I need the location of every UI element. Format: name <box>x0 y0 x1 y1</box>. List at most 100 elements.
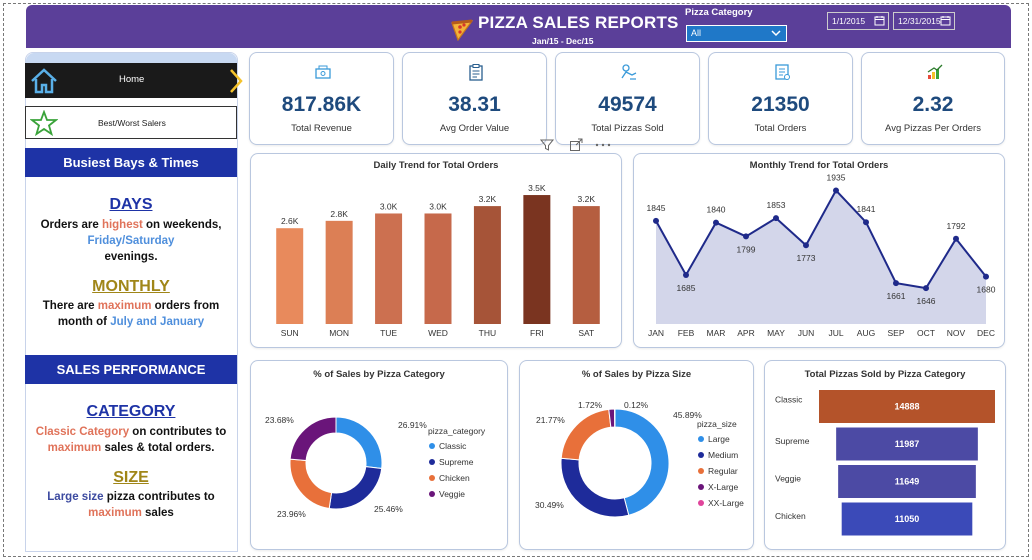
revenue-icon <box>315 65 331 79</box>
point-oct[interactable] <box>923 285 929 292</box>
kpi-label: Total Revenue <box>291 123 352 134</box>
calendar-icon <box>940 16 951 26</box>
monthly-trend-panel[interactable]: Monthly Trend for Total Orders 1845 JAN 16… <box>633 153 1005 348</box>
point-data-label: 1841 <box>857 204 876 214</box>
legend-item[interactable]: Chicken <box>439 473 470 483</box>
days-insight-text: Orders are highest on weekends, Friday/S… <box>40 219 222 263</box>
slice-classic[interactable] <box>335 416 383 470</box>
legend-swatch <box>429 459 435 465</box>
point-data-label: 1685 <box>677 283 696 293</box>
point-dec[interactable] <box>983 273 989 280</box>
bar-tue[interactable] <box>375 213 403 324</box>
pizza-icon <box>451 19 474 41</box>
legend-item[interactable]: Supreme <box>439 457 474 467</box>
bar-data-label: 3.0K <box>380 201 398 211</box>
x-tick-label: DEC <box>977 328 995 338</box>
x-tick-label: OCT <box>917 328 935 338</box>
bar-data-label: 3.2K <box>578 194 596 204</box>
point-aug[interactable] <box>863 219 869 226</box>
bar-thu[interactable] <box>473 206 501 324</box>
legend-item[interactable]: XX-Large <box>708 498 744 508</box>
filter-icon[interactable] <box>540 138 554 152</box>
x-tick-label: TUE <box>380 328 397 338</box>
slice-data-label: 25.46% <box>374 504 403 514</box>
category-heading: CATEGORY <box>86 403 176 420</box>
kpi-label: Total Pizzas Sold <box>591 123 664 134</box>
end-date-input[interactable]: 12/31/2015 <box>893 12 955 30</box>
size-insight-text: Large size pizza contributes to maximum … <box>47 491 215 519</box>
legend-item[interactable]: Regular <box>708 466 738 476</box>
point-data-label: 1773 <box>797 253 816 263</box>
legend-swatch <box>698 500 704 506</box>
category-insight-text: Classic Category on contributes to maxim… <box>35 426 227 454</box>
bar-fri[interactable] <box>523 195 551 324</box>
size-sales-panel[interactable]: % of Sales by Pizza Size 45.89% 30.49% 21.… <box>519 360 754 550</box>
x-tick-label: MAR <box>707 328 726 338</box>
point-nov[interactable] <box>953 235 959 242</box>
nav-best-worst-label: Best/Worst Salers <box>98 118 166 128</box>
daily-trend-panel[interactable]: Daily Trend for Total Orders 2.6K SUN 2.8K… <box>250 153 622 348</box>
legend-item[interactable]: Classic <box>439 441 467 451</box>
point-jul[interactable] <box>833 187 839 194</box>
x-tick-label: MON <box>329 328 349 338</box>
kpi-card-total-revenue: 817.86K Total Revenue <box>249 52 394 145</box>
bar-mon[interactable] <box>325 220 353 324</box>
point-data-label: 1646 <box>917 296 936 306</box>
end-date-value: 12/31/2015 <box>898 16 941 26</box>
slice-chicken[interactable] <box>289 458 333 510</box>
kpi-value: 21350 <box>751 93 810 116</box>
report-title: PIZZA SALES REPORTS <box>478 13 679 32</box>
x-tick-label: JUN <box>798 328 815 338</box>
slice-data-label: 26.91% <box>398 420 427 430</box>
slice-veggie[interactable] <box>289 416 337 462</box>
start-date-value: 1/1/2015 <box>832 16 866 26</box>
home-icon <box>31 68 57 94</box>
pizzas-by-category-panel[interactable]: Total Pizzas Sold by Pizza Category 1488… <box>764 360 1006 550</box>
chevron-down-icon <box>771 30 781 37</box>
point-apr[interactable] <box>743 233 749 240</box>
category-filter-dropdown[interactable]: All <box>686 25 787 42</box>
bar-sat[interactable] <box>572 206 600 324</box>
bar-data-label: 11987 <box>895 439 920 449</box>
bar-wed[interactable] <box>424 213 452 324</box>
start-date-input[interactable]: 1/1/2015 <box>827 12 889 30</box>
nav-best-worst-button[interactable]: Best/Worst Salers <box>25 106 237 139</box>
point-may[interactable] <box>773 215 779 222</box>
x-tick-label: AUG <box>857 328 875 338</box>
kpi-value: 49574 <box>598 93 657 116</box>
kpi-label: Avg Pizzas Per Orders <box>885 123 981 134</box>
slice-data-label: 0.12% <box>624 400 649 410</box>
monthly-heading: MONTHLY <box>92 278 170 295</box>
point-data-label: 1935 <box>827 172 846 182</box>
kpi-value: 2.32 <box>912 93 954 116</box>
focus-mode-icon[interactable] <box>569 138 583 152</box>
category-sales-panel[interactable]: % of Sales by Pizza Category 26.91% 25.46… <box>250 360 508 550</box>
bar-sun[interactable] <box>276 228 304 324</box>
legend-item[interactable]: Medium <box>708 450 738 460</box>
bar-data-label: 11649 <box>895 477 920 487</box>
x-tick-label: SAT <box>578 328 594 338</box>
category-filter-value: All <box>691 28 702 38</box>
more-options-icon[interactable] <box>595 138 611 152</box>
slice-regular[interactable] <box>560 408 612 461</box>
bar-data-label: 3.0K <box>429 201 447 211</box>
nav-home-button[interactable]: Home <box>25 63 243 98</box>
kpi-value: 38.31 <box>448 93 501 116</box>
point-data-label: 1840 <box>707 205 726 215</box>
slice-data-label: 30.49% <box>535 500 564 510</box>
point-data-label: 1680 <box>977 285 996 295</box>
point-jun[interactable] <box>803 242 809 249</box>
kpi-card-avg-order-value: 38.31 Avg Order Value <box>402 52 547 145</box>
legend-item[interactable]: Veggie <box>439 489 465 499</box>
point-feb[interactable] <box>683 271 689 278</box>
x-tick-label: WED <box>428 328 448 338</box>
slice-medium[interactable] <box>560 457 630 518</box>
point-mar[interactable] <box>713 219 719 226</box>
point-data-label: 1845 <box>647 203 666 213</box>
slice-supreme[interactable] <box>328 466 383 510</box>
point-sep[interactable] <box>893 280 899 287</box>
legend-swatch <box>698 484 704 490</box>
legend-item[interactable]: Large <box>708 434 730 444</box>
point-jan[interactable] <box>653 217 659 224</box>
legend-item[interactable]: X-Large <box>708 482 739 492</box>
